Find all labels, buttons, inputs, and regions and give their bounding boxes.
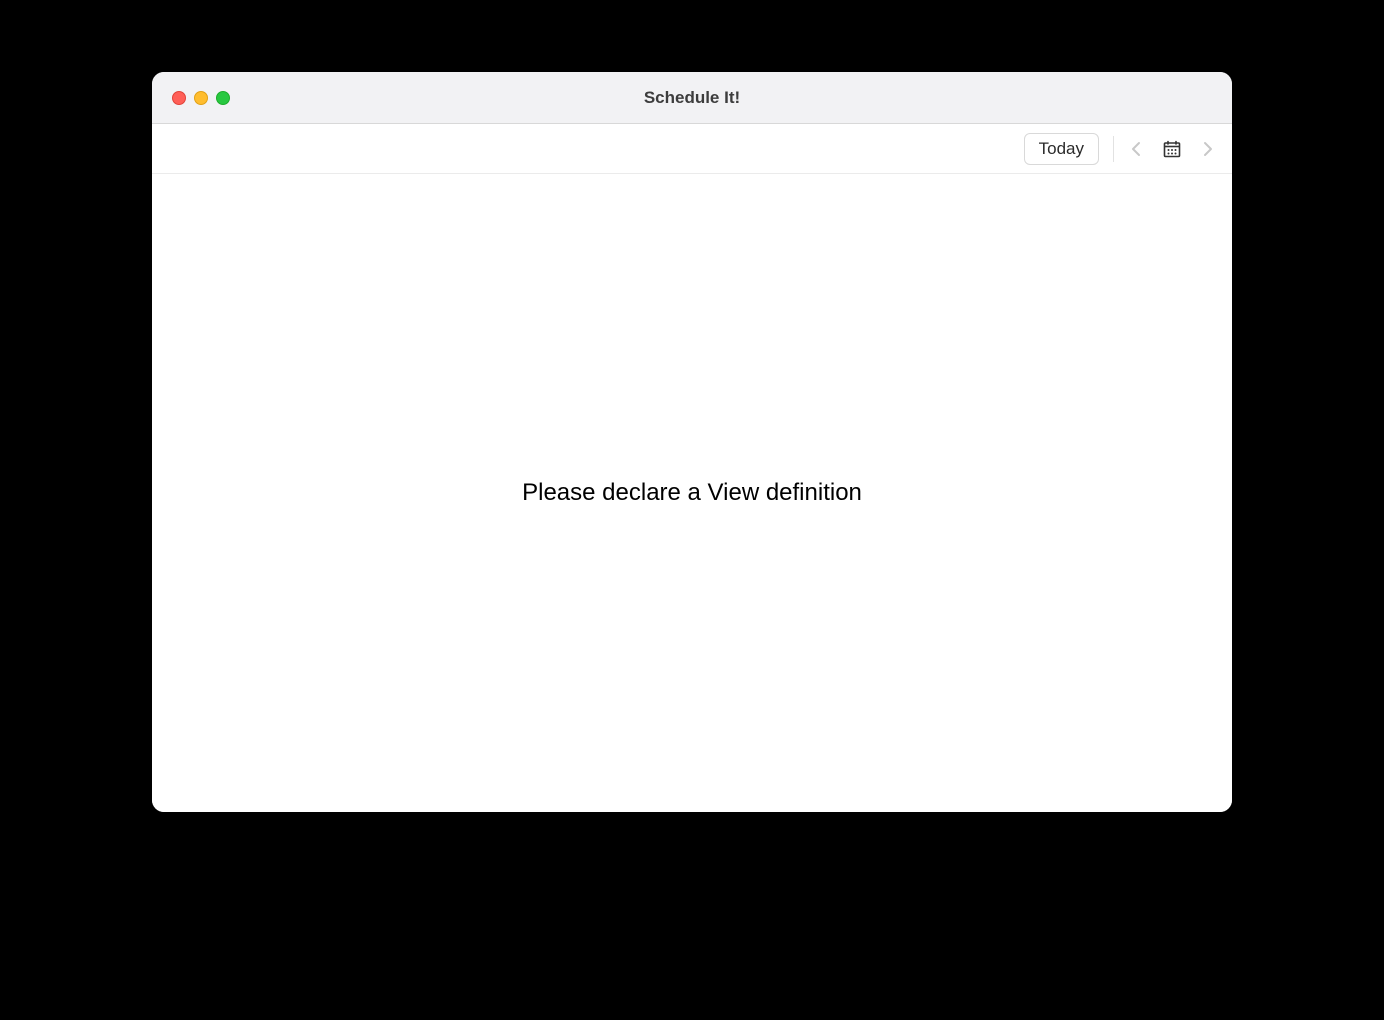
content-area: Please declare a View definition bbox=[152, 174, 1232, 812]
chevron-left-icon[interactable] bbox=[1126, 139, 1146, 159]
toolbar-divider bbox=[1113, 136, 1114, 162]
traffic-lights bbox=[152, 91, 230, 105]
calendar-icon[interactable] bbox=[1162, 139, 1182, 159]
empty-state-message: Please declare a View definition bbox=[522, 479, 862, 507]
maximize-button[interactable] bbox=[216, 91, 230, 105]
chevron-right-icon[interactable] bbox=[1198, 139, 1218, 159]
window-title: Schedule It! bbox=[152, 88, 1232, 108]
titlebar: Schedule It! bbox=[152, 72, 1232, 124]
close-button[interactable] bbox=[172, 91, 186, 105]
minimize-button[interactable] bbox=[194, 91, 208, 105]
toolbar: Today bbox=[152, 124, 1232, 174]
app-window: Schedule It! Today bbox=[152, 72, 1232, 812]
today-button[interactable]: Today bbox=[1024, 133, 1099, 165]
nav-group bbox=[1126, 139, 1218, 159]
